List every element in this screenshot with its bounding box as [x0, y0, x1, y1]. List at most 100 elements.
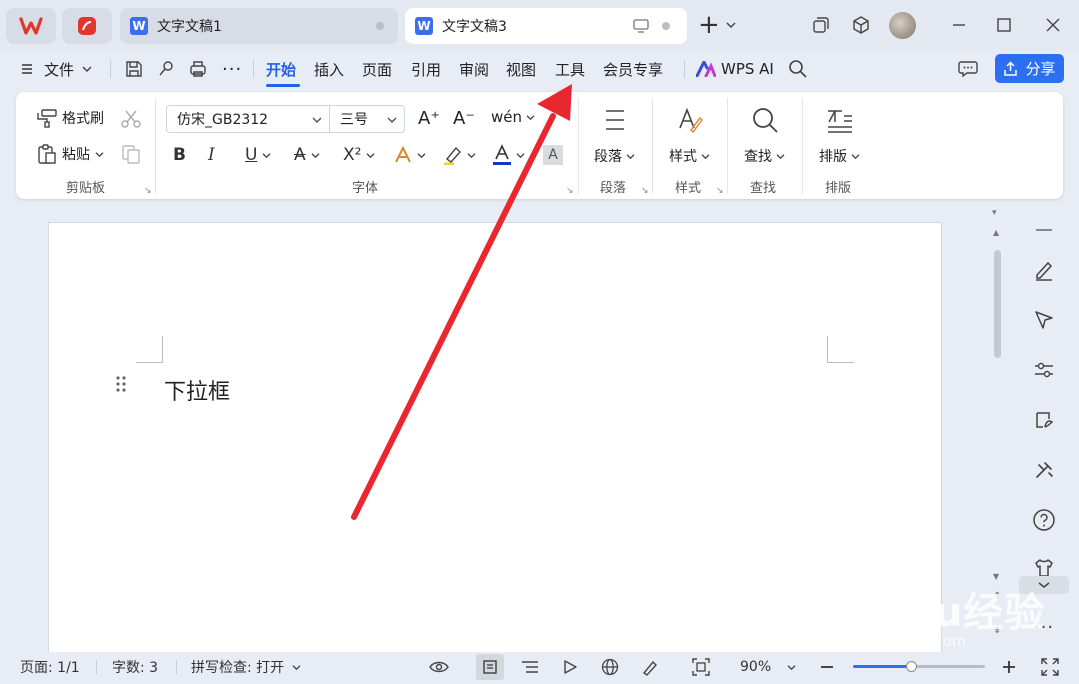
divider	[578, 98, 579, 194]
annotate-button[interactable]	[641, 658, 659, 676]
tab-tools[interactable]: 工具	[555, 58, 585, 80]
document-text[interactable]: 下拉框	[164, 374, 230, 406]
chevron-down-icon	[387, 117, 397, 124]
tab-document-3[interactable]: W 文字文稿3	[405, 8, 687, 44]
font-name-select[interactable]: 仿宋_GB2312	[166, 105, 330, 133]
font-color-button[interactable]	[492, 144, 525, 166]
help-icon[interactable]	[1025, 505, 1063, 535]
spell-check-toggle[interactable]: 拼写检查: 打开	[191, 658, 301, 676]
web-view-button[interactable]	[601, 658, 619, 676]
chevron-down-icon	[311, 152, 320, 158]
tab-start[interactable]: 开始	[266, 58, 296, 80]
font-size-select[interactable]: 三号	[329, 105, 405, 133]
file-menu[interactable]: 文件	[20, 58, 92, 80]
cube-icon[interactable]	[850, 14, 872, 36]
tab-review[interactable]: 审阅	[459, 58, 489, 80]
reading-mode-button[interactable]	[429, 658, 449, 676]
find-search-icon	[751, 106, 779, 138]
strikethrough-button[interactable]: A	[294, 144, 320, 166]
grow-font-button[interactable]: A⁺	[418, 108, 440, 129]
select-pointer-icon[interactable]	[1025, 305, 1063, 335]
print-button[interactable]	[188, 58, 208, 80]
dialog-launcher-icon[interactable]: ↘	[641, 186, 649, 196]
find-button[interactable]: 查找	[744, 146, 785, 166]
tab-member[interactable]: 会员专享	[603, 58, 663, 80]
dialog-launcher-icon[interactable]: ↘	[716, 186, 724, 196]
pen-icon[interactable]	[1025, 255, 1063, 285]
bold-button[interactable]: B	[173, 144, 186, 166]
play-icon	[564, 660, 577, 674]
phonetic-guide-button[interactable]: wén	[491, 108, 535, 126]
document-page[interactable]	[48, 222, 942, 664]
comments-button[interactable]	[957, 58, 979, 80]
outline-view-button[interactable]	[521, 658, 539, 676]
tab-document-1[interactable]: W 文字文稿1	[120, 8, 398, 44]
globe-icon	[601, 658, 619, 676]
page-view-button[interactable]	[476, 654, 504, 680]
collapse-rail-icon[interactable]	[1025, 215, 1063, 245]
fullscreen-icon	[1041, 658, 1059, 676]
share-button[interactable]: 分享	[995, 54, 1064, 83]
new-tab-button[interactable]: +	[698, 12, 736, 38]
play-button[interactable]	[562, 658, 578, 676]
more-icon[interactable]: ···	[222, 58, 242, 80]
char-shading-button[interactable]: A	[543, 145, 563, 165]
tab-view[interactable]: 视图	[506, 58, 536, 80]
search-button[interactable]	[788, 58, 808, 80]
drag-handle-icon[interactable]	[115, 375, 127, 393]
close-icon[interactable]	[1042, 14, 1064, 36]
page-count[interactable]: 页面: 1/1	[20, 658, 80, 676]
scroll-up-icon[interactable]: ▲	[993, 228, 999, 237]
zoom-slider-thumb[interactable]	[906, 661, 918, 672]
dialog-launcher-icon[interactable]: ↘	[566, 186, 574, 196]
tab-references[interactable]: 引用	[411, 58, 441, 80]
divider	[176, 660, 177, 674]
highlight-button[interactable]	[442, 144, 476, 166]
divider	[155, 98, 156, 194]
document-sign-icon[interactable]	[1025, 405, 1063, 435]
vertical-scrollbar-thumb[interactable]	[994, 250, 1001, 358]
tools-icon[interactable]	[1025, 455, 1063, 485]
fullscreen-button[interactable]	[1041, 658, 1059, 676]
tab-page[interactable]: 页面	[362, 58, 392, 80]
save-button[interactable]	[124, 58, 144, 80]
superscript-button[interactable]: X²	[343, 144, 375, 166]
tab-insert[interactable]: 插入	[314, 58, 344, 80]
paste-button[interactable]: 粘贴	[36, 143, 104, 165]
fit-window-button[interactable]	[692, 658, 710, 676]
copy-button[interactable]	[120, 143, 142, 169]
dialog-launcher-icon[interactable]: ↘	[144, 186, 152, 196]
share-link-button[interactable]	[156, 58, 176, 80]
paragraph-button[interactable]: 段落	[594, 146, 635, 166]
underline-button[interactable]: U	[245, 144, 271, 166]
unsaved-dot-icon	[376, 22, 384, 30]
shrink-font-button[interactable]: A⁻	[453, 108, 475, 129]
wps-ai-button[interactable]: WPS AI	[696, 58, 774, 80]
group-label-paragraph: 段落	[600, 181, 627, 196]
shrink-font-icon: A⁻	[453, 108, 475, 129]
cut-button[interactable]	[120, 109, 142, 133]
chevron-down-icon	[526, 114, 535, 120]
zoom-out-button[interactable]	[820, 658, 834, 676]
maximize-icon[interactable]	[993, 14, 1015, 36]
zoom-select[interactable]: 90%	[740, 658, 796, 676]
avatar[interactable]	[889, 12, 916, 39]
format-painter-button[interactable]: 格式刷	[36, 108, 104, 128]
layout-button[interactable]: 排版	[819, 146, 860, 166]
zoom-in-button[interactable]	[1002, 658, 1016, 676]
hamburger-icon	[22, 64, 32, 74]
style-button[interactable]: 样式	[669, 146, 710, 166]
scroll-top-icon[interactable]: ▾	[992, 208, 997, 218]
text-effect-button[interactable]	[393, 144, 426, 166]
layout-label: 排版	[819, 149, 847, 165]
clipboard-icon	[38, 144, 56, 164]
superscript-icon: X²	[343, 145, 362, 165]
pdf-app-button[interactable]	[62, 8, 112, 44]
wps-home-button[interactable]	[6, 8, 56, 44]
italic-button[interactable]: I	[208, 144, 215, 166]
word-count[interactable]: 字数: 3	[112, 658, 158, 676]
monitor-icon[interactable]	[633, 19, 649, 33]
minimize-icon[interactable]	[948, 14, 970, 36]
window-restore-tabs-icon[interactable]	[810, 14, 832, 36]
settings-sliders-icon[interactable]	[1025, 355, 1063, 385]
